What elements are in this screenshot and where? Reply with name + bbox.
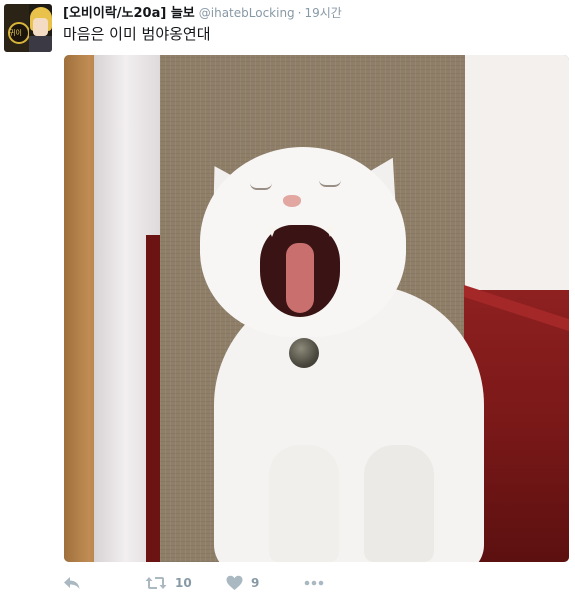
cat-collar-tag [289, 338, 319, 368]
retweet-count: 10 [175, 576, 192, 590]
tweet-actions: 10 9 [63, 572, 543, 594]
tweet-photo[interactable] [64, 55, 569, 562]
timestamp[interactable]: 19시간 [305, 6, 342, 20]
avatar[interactable]: 귀이 [4, 4, 52, 52]
retweet-icon [145, 577, 167, 589]
retweet-button[interactable]: 10 [145, 572, 192, 594]
cat-leg-left [269, 445, 339, 562]
reply-arrow-icon [64, 577, 80, 589]
cat-tongue [286, 243, 314, 313]
like-button[interactable]: 9 [226, 572, 259, 594]
separator-dot: · [297, 6, 302, 20]
tweet-header: [오비이락/노20a] 늘보 @ihatebLocking · 19시간 [63, 4, 342, 24]
like-count: 9 [251, 576, 260, 590]
user-handle[interactable]: @ihatebLocking [199, 6, 295, 20]
tweet: 귀이 [오비이락/노20a] 늘보 @ihatebLocking · 19시간 마음은… [0, 0, 575, 597]
cat-eye-right [319, 180, 341, 187]
cat-leg-right [364, 445, 434, 562]
avatar-emblem: 귀이 [4, 4, 30, 52]
cat-nose [283, 195, 301, 207]
ellipsis-icon [304, 580, 324, 586]
reply-button[interactable] [63, 572, 81, 594]
tweet-text: 마음은 이미 범야옹연대 [63, 25, 211, 43]
more-button[interactable] [304, 572, 324, 594]
cat-eye-left [250, 183, 272, 190]
avatar-character [29, 4, 52, 52]
display-name[interactable]: [오비이락/노20a] 늘보 [63, 6, 195, 21]
heart-icon [226, 575, 243, 590]
avatar-emblem-text: 귀이 [9, 29, 22, 37]
